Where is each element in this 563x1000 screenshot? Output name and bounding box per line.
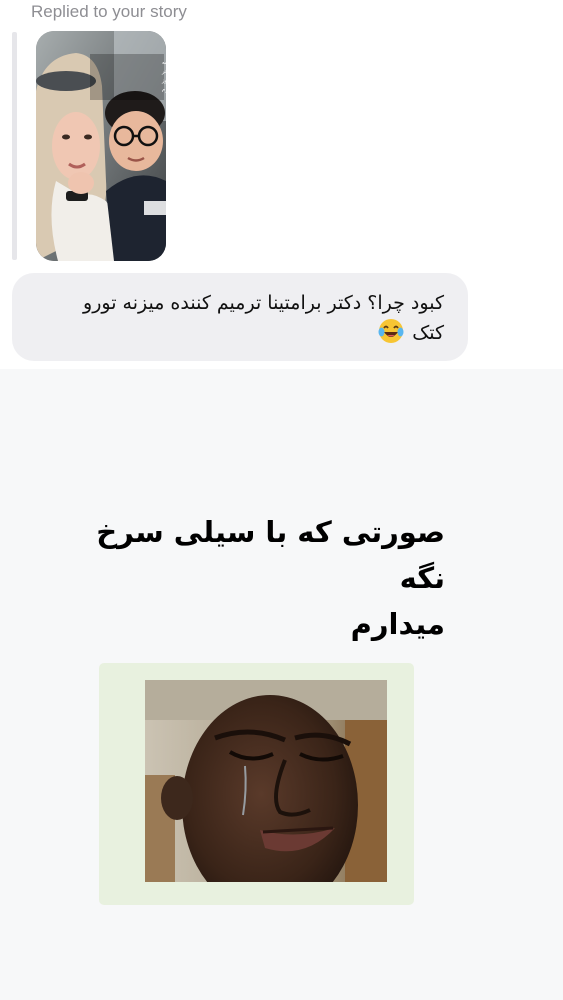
meme-caption: صورتی که با سیلی سرخ نگه میدارم	[60, 509, 445, 647]
meme-photo-frame	[99, 663, 414, 905]
meme-image[interactable]: صورتی که با سیلی سرخ نگه میدارم	[0, 369, 563, 1000]
svg-text:۹۰ درصدشو سوزش عمیق تر: ۹۰ درصدشو سوزش عمیق تر	[161, 69, 166, 75]
reply-indicator-bar	[12, 32, 17, 260]
story-thumbnail[interactable]: کبودی های من داره بهتر میشه ۹۰ درصدشو سو…	[36, 31, 166, 261]
message-line-1: کبود چرا؟ دکتر برامتینا ترمیم کننده میزن…	[83, 292, 444, 314]
message-line-2: کتک	[412, 322, 444, 344]
meme-caption-line-1: صورتی که با سیلی سرخ نگه	[96, 515, 445, 595]
meme-caption-line-2: میدارم	[350, 607, 445, 641]
laughing-with-tears-emoji-icon	[378, 319, 404, 343]
message-bubble[interactable]: کبود چرا؟ دکتر برامتینا ترمیم کننده میزن…	[12, 273, 468, 361]
dm-thread: Replied to your story ه تر وز م کبود چرا…	[0, 0, 563, 1000]
svg-text:کبودی های من داره بهتر میشه: کبودی های من داره بهتر میشه	[162, 60, 166, 66]
message-text: کبود چرا؟ دکتر برامتینا ترمیم کننده میزن…	[36, 289, 444, 348]
replied-to-story-label: Replied to your story	[31, 2, 187, 21]
story-photo: کبودی های من داره بهتر میشه ۹۰ درصدشو سو…	[36, 31, 166, 261]
svg-text:بهمون میگم با نتیجه بعد از ۳ ر: بهمون میگم با نتیجه بعد از ۳ روز	[161, 77, 166, 84]
crying-man-photo	[145, 680, 387, 882]
svg-text:میذارم: میذارم	[162, 87, 166, 93]
